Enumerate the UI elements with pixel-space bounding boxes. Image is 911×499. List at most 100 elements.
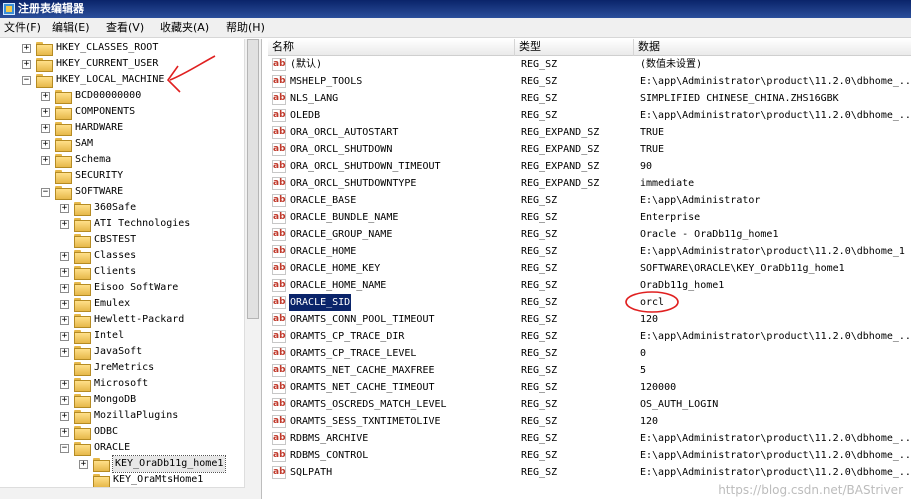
value-row[interactable]: ab ORAMTS_SESS_TXNTIMETOLIVE REG_SZ 120 [268,413,911,430]
expand-icon[interactable]: + [60,412,69,421]
string-value-icon: ab [272,449,286,462]
expand-icon[interactable]: + [60,220,69,229]
list-header: 名称 类型 数据 [268,39,911,56]
tree-item-label: SAM [75,138,94,149]
expand-icon[interactable]: + [60,380,69,389]
expand-icon[interactable]: + [60,204,69,213]
tree-horizontal-scrollbar[interactable] [0,487,245,499]
menu-edit[interactable]: 编辑(E) [50,18,92,38]
value-row[interactable]: ab ORACLE_GROUP_NAME REG_SZ Oracle - OraDb1… [268,226,911,243]
value-row[interactable]: ab SQLPATH REG_SZ E:\app\Administrator\prod… [268,464,911,481]
string-value-icon: ab [272,415,286,428]
tree-scroll-thumb[interactable] [247,39,259,319]
string-value-icon: ab [272,398,286,411]
expand-icon[interactable]: + [60,396,69,405]
value-name: ORAMTS_CP_TRACE_LEVEL [290,348,417,359]
collapse-icon[interactable]: − [41,188,50,197]
value-row[interactable]: ab RDBMS_CONTROL REG_SZ E:\app\Administrato… [268,447,911,464]
expand-icon[interactable]: + [41,92,50,101]
tree-item-label: Schema [75,154,112,165]
tree-item-label: MozillaPlugins [94,410,179,421]
expand-icon[interactable]: + [22,60,31,69]
folder-icon [74,442,91,456]
value-data: E:\app\Administrator\product\11.2.0\dbho… [640,110,911,121]
tree-item-label: ODBC [94,426,119,437]
value-row[interactable]: ab ORAMTS_NET_CACHE_MAXFREE REG_SZ 5 [268,362,911,379]
expand-icon[interactable]: + [22,44,31,53]
value-row[interactable]: ab NLS_LANG REG_SZ SIMPLIFIED CHINESE_CHINA… [268,90,911,107]
menu-file[interactable]: 文件(F) [2,18,43,38]
menu-help[interactable]: 帮助(H) [224,18,267,38]
value-row[interactable]: ab ORAMTS_CONN_POOL_TIMEOUT REG_SZ 120 [268,311,911,328]
menu-bar: 文件(F) 编辑(E) 查看(V) 收藏夹(A) 帮助(H) [0,18,911,38]
expand-icon[interactable]: + [41,140,50,149]
value-row[interactable]: ab ORACLE_BASE REG_SZ E:\app\Administrator [268,192,911,209]
value-row[interactable]: ab ORA_ORCL_AUTOSTART REG_EXPAND_SZ TRUE [268,124,911,141]
column-type[interactable]: 类型 [515,39,634,56]
value-row[interactable]: ab ORACLE_SID REG_SZ orcl [268,294,911,311]
tree-vertical-scrollbar[interactable] [244,39,261,499]
value-type: REG_SZ [521,348,558,359]
menu-view[interactable]: 查看(V) [104,18,146,38]
expand-icon[interactable]: + [41,124,50,133]
value-row[interactable]: ab ORAMTS_CP_TRACE_LEVEL REG_SZ 0 [268,345,911,362]
value-data: OS_AUTH_LOGIN [640,399,719,410]
string-value-icon: ab [272,211,286,224]
value-data: 0 [640,348,647,359]
value-name: (默认) [290,59,323,70]
value-row[interactable]: ab ORA_ORCL_SHUTDOWN REG_EXPAND_SZ TRUE [268,141,911,158]
expand-icon[interactable]: + [41,156,50,165]
column-name[interactable]: 名称 [268,39,515,56]
value-row[interactable]: ab ORAMTS_CP_TRACE_DIR REG_SZ E:\app\Admini… [268,328,911,345]
value-row[interactable]: ab MSHELP_TOOLS REG_SZ E:\app\Administrator… [268,73,911,90]
value-row[interactable]: ab RDBMS_ARCHIVE REG_SZ E:\app\Administrato… [268,430,911,447]
value-name: ORACLE_GROUP_NAME [290,229,393,240]
value-row[interactable]: ab ORAMTS_NET_CACHE_TIMEOUT REG_SZ 120000 [268,379,911,396]
column-data[interactable]: 数据 [634,39,911,56]
expand-icon[interactable]: + [60,284,69,293]
expand-icon[interactable]: + [79,460,88,469]
values-list[interactable]: 名称 类型 数据 ab (默认) REG_SZ (数值未设置) ab MSHELP_TOO… [268,39,911,499]
value-type: REG_SZ [521,212,558,223]
title-bar: 注册表编辑器 [0,0,911,18]
collapse-icon[interactable]: − [60,444,69,453]
value-name: ORA_ORCL_SHUTDOWN [290,144,393,155]
value-row[interactable]: ab ORACLE_HOME_NAME REG_SZ OraDb11g_home1 [268,277,911,294]
value-row[interactable]: ab ORA_ORCL_SHUTDOWNTYPE REG_EXPAND_SZ imme… [268,175,911,192]
expand-icon[interactable]: + [60,252,69,261]
folder-icon [55,186,72,200]
value-type: REG_SZ [521,93,558,104]
expand-icon[interactable]: + [60,300,69,309]
value-type: REG_SZ [521,59,558,70]
key-tree[interactable]: + HKEY_CLASSES_ROOT + HKEY_CURRENT_USER − HKE… [0,39,262,499]
tree-item-label: HKEY_LOCAL_MACHINE [56,74,165,85]
folder-icon [55,106,72,120]
tree-item-label: Classes [94,250,137,261]
value-name: ORACLE_HOME [290,246,357,257]
menu-favorites[interactable]: 收藏夹(A) [158,18,211,38]
value-type: REG_SZ [521,416,558,427]
expand-icon[interactable]: + [60,348,69,357]
value-row[interactable]: ab ORACLE_BUNDLE_NAME REG_SZ Enterprise [268,209,911,226]
expand-icon[interactable]: + [60,316,69,325]
value-row[interactable]: ab ORA_ORCL_SHUTDOWN_TIMEOUT REG_EXPAND_SZ… [268,158,911,175]
value-row[interactable]: ab (默认) REG_SZ (数值未设置) [268,56,911,73]
value-row[interactable]: ab OLEDB REG_SZ E:\app\Administrator\produc… [268,107,911,124]
value-row[interactable]: ab ORAMTS_OSCREDS_MATCH_LEVEL REG_SZ OS_AUT… [268,396,911,413]
value-type: REG_EXPAND_SZ [521,178,600,189]
expand-icon[interactable]: + [41,108,50,117]
value-type: REG_SZ [521,450,558,461]
value-data: E:\app\Administrator\product\11.2.0\dbho… [640,450,911,461]
expand-icon[interactable]: + [60,428,69,437]
string-value-icon: ab [272,143,286,156]
string-value-icon: ab [272,381,286,394]
value-data: OraDb11g_home1 [640,280,725,291]
expand-icon[interactable]: + [60,332,69,341]
value-row[interactable]: ab ORACLE_HOME REG_SZ E:\app\Administrator\… [268,243,911,260]
collapse-icon[interactable]: − [22,76,31,85]
value-name: ORA_ORCL_SHUTDOWNTYPE [290,178,417,189]
tree-item-label: Microsoft [94,378,149,389]
value-data: E:\app\Administrator [640,195,761,206]
value-row[interactable]: ab ORACLE_HOME_KEY REG_SZ SOFTWARE\ORACLE\K… [268,260,911,277]
expand-icon[interactable]: + [60,268,69,277]
